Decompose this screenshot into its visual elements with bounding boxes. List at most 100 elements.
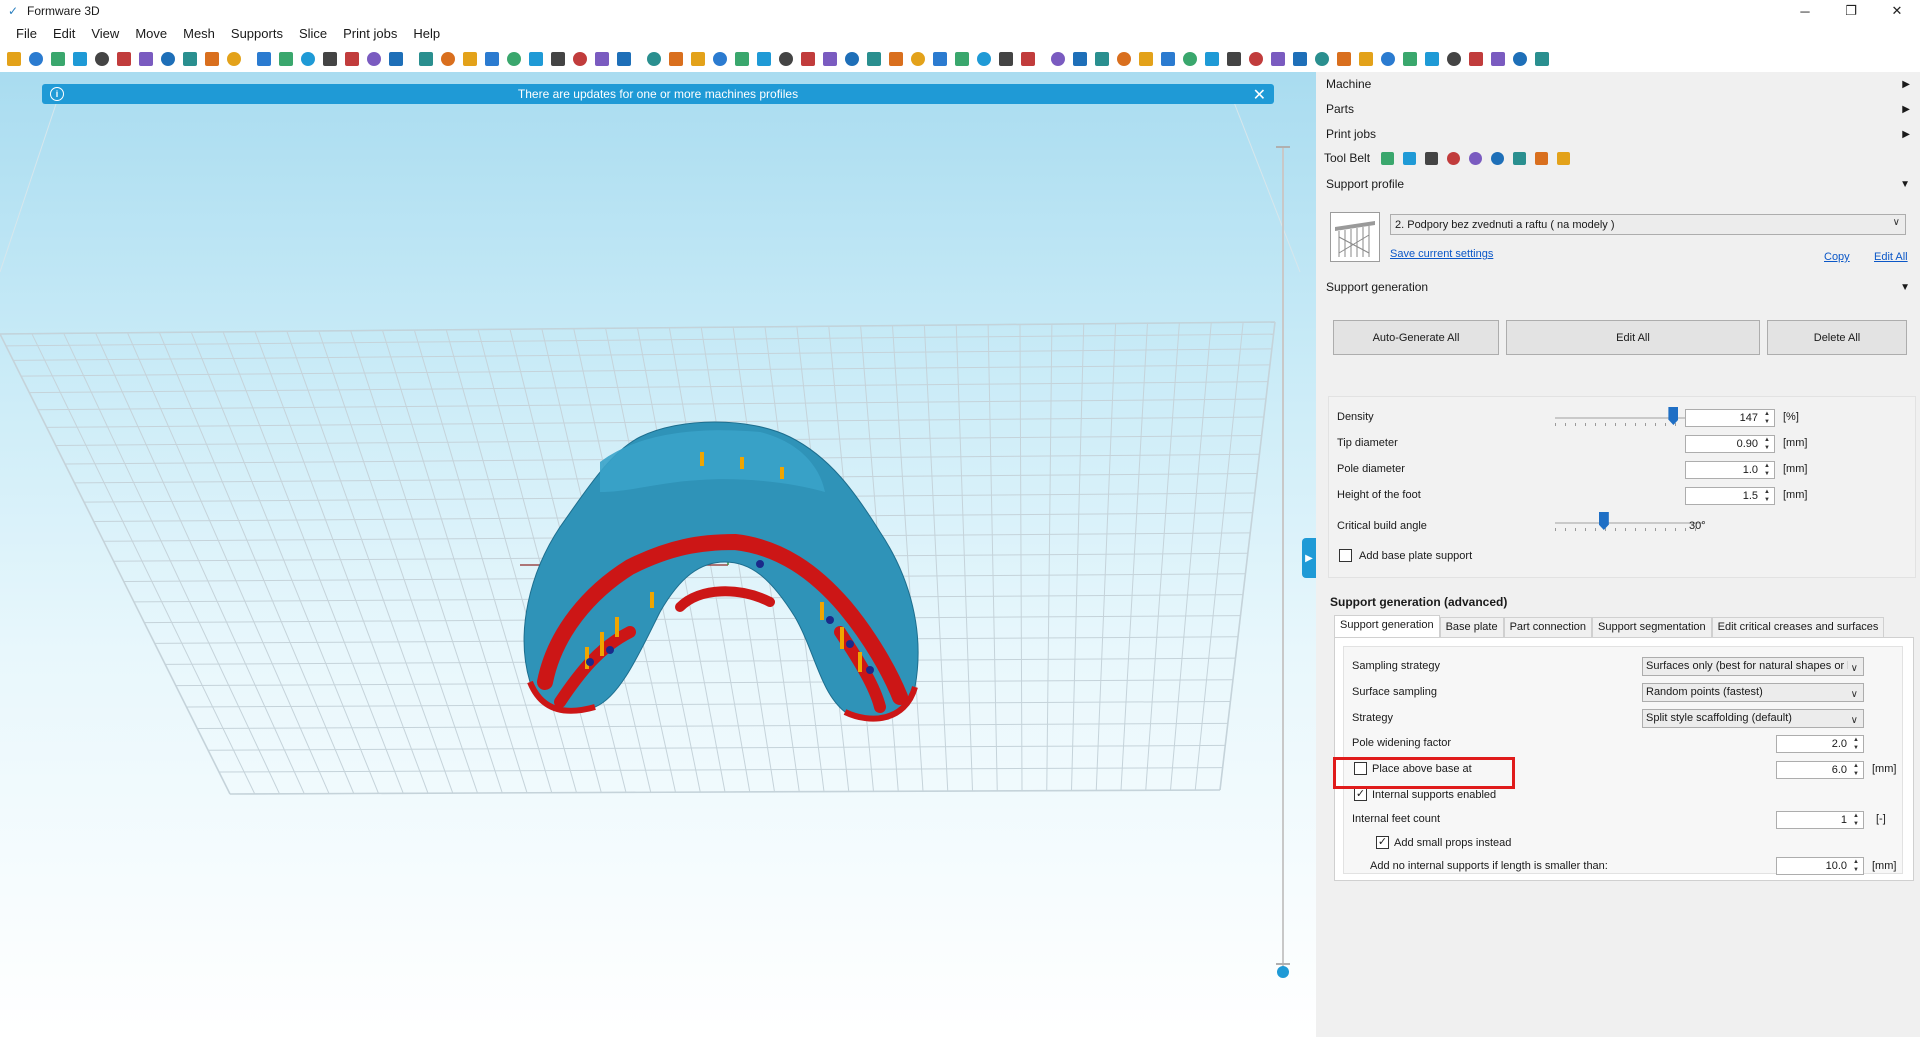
sphere-icon[interactable] [298,49,318,69]
tip-diameter-input[interactable]: 0.90 ▲ ▼ [1685,435,1775,453]
view-top-icon[interactable] [482,49,502,69]
spinner-icon[interactable]: ▲ ▼ [1850,812,1862,828]
scale-icon[interactable] [666,49,686,69]
support-tree-icon[interactable] [1378,149,1396,167]
measure-icon[interactable] [1488,149,1506,167]
spinner-icon[interactable]: ▲ ▼ [1761,436,1773,452]
spinner-icon[interactable]: ▲ ▼ [1850,858,1862,874]
lattice-icon[interactable] [732,49,752,69]
stack-icon[interactable] [1554,149,1572,167]
mirror-icon[interactable] [710,49,730,69]
arrange-icon[interactable] [996,49,1016,69]
stats-icon[interactable] [1378,49,1398,69]
menu-supports[interactable]: Supports [223,24,291,44]
section-print-jobs[interactable]: Print jobs ▶ [1326,124,1914,144]
shell-icon[interactable] [1268,49,1288,69]
zoom-icon[interactable] [364,49,384,69]
circle-icon[interactable] [1466,149,1484,167]
cone-icon[interactable] [1202,49,1222,69]
support-profile-select[interactable]: 2. Podpory bez zvednuti a raftu ( na mod… [1390,214,1906,235]
minimize-button[interactable]: ─ [1782,0,1828,22]
support-branch-icon[interactable] [908,49,928,69]
rotate-icon[interactable] [688,49,708,69]
ring-icon[interactable] [1158,49,1178,69]
grid-icon[interactable] [592,49,612,69]
analysis-icon[interactable] [1510,149,1528,167]
undo-icon[interactable] [254,49,274,69]
hollow-icon[interactable] [1048,49,1068,69]
flag-icon[interactable] [1422,49,1442,69]
raft-icon[interactable] [1400,149,1418,167]
tab-support-segmentation[interactable]: Support segmentation [1592,617,1712,637]
close-icon[interactable]: ✕ [1253,85,1266,105]
pole-diameter-input[interactable]: 1.0 ▲ ▼ [1685,461,1775,479]
pole-widening-input[interactable]: 2.0 ▲ ▼ [1776,735,1864,753]
redo-icon[interactable] [276,49,296,69]
place-above-base-input[interactable]: 6.0 ▲ ▼ [1776,761,1864,779]
spinner-icon[interactable]: ▲ ▼ [1761,462,1773,478]
edit-all-button[interactable]: Edit All [1506,320,1760,355]
stl-icon[interactable] [1532,49,1552,69]
cut-icon[interactable] [952,49,972,69]
save-icon[interactable] [114,49,134,69]
copy-icon[interactable] [92,49,112,69]
spinner-icon[interactable]: ▲ ▼ [1850,736,1862,752]
lattice-icon[interactable] [1422,149,1440,167]
orient-icon[interactable] [1018,49,1038,69]
mesh-repair-icon[interactable] [842,49,862,69]
support-tree-icon[interactable] [886,49,906,69]
stack-icon[interactable] [1400,49,1420,69]
cylinder-icon[interactable] [1180,49,1200,69]
tab-part-connection[interactable]: Part connection [1503,617,1592,637]
view-right-icon[interactable] [460,49,480,69]
export-alt-icon[interactable] [224,49,244,69]
analysis-icon[interactable] [1356,49,1376,69]
spinner-icon[interactable]: ▲ ▼ [1761,488,1773,504]
height-slider-handle[interactable] [1277,966,1289,978]
view-left-icon[interactable] [504,49,524,69]
menu-slice[interactable]: Slice [291,24,335,44]
dental-model[interactable] [523,421,919,722]
view-perspective-icon[interactable] [570,49,590,69]
delete-all-button[interactable]: Delete All [1767,320,1907,355]
printer-icon[interactable] [158,49,178,69]
spinner-icon[interactable]: ▲ ▼ [1761,410,1773,426]
external-icon[interactable] [1510,49,1530,69]
view-bottom-icon[interactable] [548,49,568,69]
3d-viewport[interactable]: i There are updates for one or more mach… [0,72,1316,1037]
section-support-profile[interactable]: Support profile ▼ [1326,174,1914,194]
arrow-icon[interactable] [1444,49,1464,69]
import-icon[interactable] [48,49,68,69]
save-settings-link[interactable]: Save current settings [1390,248,1493,260]
point-icon[interactable] [1136,49,1156,69]
label-icon[interactable] [1114,49,1134,69]
collapse-panel-button[interactable]: ▶ [1302,538,1316,578]
view-front-icon[interactable] [438,49,458,69]
foot-height-input[interactable]: 1.5 ▲ ▼ [1685,487,1775,505]
measure-icon[interactable] [974,49,994,69]
layer-icon[interactable] [1334,49,1354,69]
menu-view[interactable]: View [83,24,127,44]
paint-icon[interactable] [820,49,840,69]
density-input[interactable]: 147 ▲ ▼ [1685,409,1775,427]
critical-angle-slider[interactable] [1555,522,1703,524]
tab-support-generation[interactable]: Support generation [1334,615,1440,637]
tab-base-plate[interactable]: Base plate [1439,617,1504,637]
ring-icon[interactable] [1444,149,1462,167]
menu-move[interactable]: Move [127,24,175,44]
pen-icon[interactable] [386,49,406,69]
base-plate-support-checkbox[interactable] [1339,549,1352,562]
smooth-icon[interactable] [1290,49,1310,69]
menu-print-jobs[interactable]: Print jobs [335,24,405,44]
support-icon[interactable] [864,49,884,69]
section-machine[interactable]: Machine ▶ [1326,74,1914,94]
menu-edit[interactable]: Edit [45,24,83,44]
no-internal-supports-input[interactable]: 10.0 ▲ ▼ [1776,857,1864,875]
internal-feet-input[interactable]: 1 ▲ ▼ [1776,811,1864,829]
save-all-icon[interactable] [136,49,156,69]
tab-edit-critical-creases[interactable]: Edit critical creases and surfaces [1711,617,1885,637]
info-icon[interactable] [342,49,362,69]
internal-supports-checkbox[interactable]: ✓ [1354,788,1367,801]
view-iso-icon[interactable] [416,49,436,69]
copy-profile-link[interactable]: Copy [1824,251,1850,263]
